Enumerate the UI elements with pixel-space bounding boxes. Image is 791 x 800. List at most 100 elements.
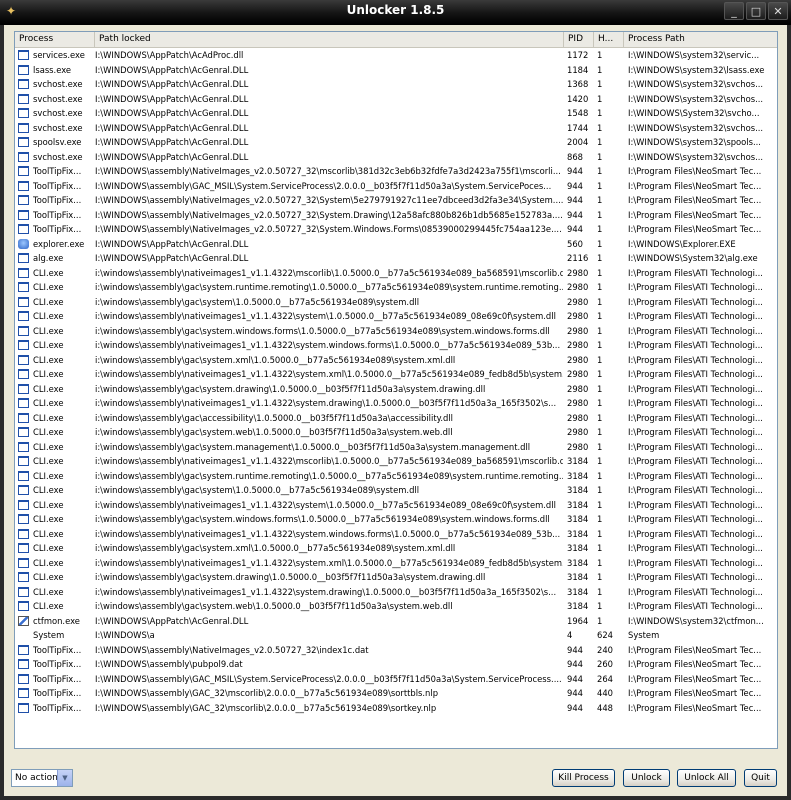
cell-pid: 944 [567,702,583,713]
unlock-button[interactable]: Unlock [623,769,670,787]
cell-process-path: I:\Program Files\NeoSmart Tec... [628,209,762,220]
table-row[interactable]: ToolTipFix... I:\WINDOWS\assembly\NativeI… [15,164,777,179]
cell-process: CLI.exe [33,543,64,553]
table-row[interactable]: ctfmon.exe I:\WINDOWS\AppPatch\AcGenral.D… [15,614,777,629]
table-row[interactable]: CLI.exe i:\windows\assembly\gac\system.we… [15,425,777,440]
column-header-path-locked[interactable]: Path locked [95,32,564,47]
cell-process-path: I:\Program Files\ATI Technologi... [628,340,763,350]
table-row[interactable]: alg.exe I:\WINDOWS\AppPatch\AcGenral.DLL 2… [15,251,777,266]
action-select[interactable]: No action ▼ [11,769,73,787]
cell-process: CLI.exe [33,557,64,568]
kill-process-button[interactable]: Kill Process [552,769,615,787]
column-header-process-path[interactable]: Process Path [624,32,777,47]
column-header-handle[interactable]: H... [594,32,624,47]
cell-path-locked: i:\windows\assembly\gac\system.windows.f… [95,514,550,524]
process-window-icon [18,354,29,365]
cell-process: svchost.exe [33,93,83,104]
title-bar[interactable]: ✦ Unlocker 1.8.5 _ □ ✕ [0,0,791,25]
table-row[interactable]: services.exe I:\WINDOWS\AppPatch\AcAdProc… [15,48,777,63]
table-row[interactable]: svchost.exe I:\WINDOWS\AppPatch\AcGenral.… [15,150,777,165]
cell-path-locked: I:\WINDOWS\AppPatch\AcGenral.DLL [95,79,249,89]
cell-process: ToolTipFix... [33,209,82,220]
quit-button[interactable]: Quit [744,769,777,787]
table-row[interactable]: spoolsv.exe I:\WINDOWS\AppPatch\AcGenral.… [15,135,777,150]
table-row[interactable]: CLI.exe i:\windows\assembly\nativeimages1… [15,309,777,324]
cell-process-path: I:\WINDOWS\system32\ctfmon... [628,615,764,626]
table-row[interactable]: CLI.exe i:\windows\assembly\gac\system.ru… [15,280,777,295]
table-row[interactable]: CLI.exe i:\windows\assembly\nativeimages1… [15,454,777,469]
cell-process: ctfmon.exe [33,615,80,626]
cell-process: ToolTipFix... [33,659,82,669]
table-row[interactable]: CLI.exe i:\windows\assembly\nativeimages1… [15,338,777,353]
cell-process: CLI.exe [33,354,64,365]
table-row[interactable]: ToolTipFix... I:\WINDOWS\assembly\NativeI… [15,208,777,223]
column-header-process[interactable]: Process [15,32,95,47]
cell-handle: 1 [597,340,603,350]
cell-path-locked: i:\windows\assembly\gac\system\1.0.5000.… [95,485,420,495]
table-row[interactable]: svchost.exe I:\WINDOWS\AppPatch\AcGenral.… [15,121,777,136]
table-row[interactable]: ToolTipFix... I:\WINDOWS\assembly\GAC_MSI… [15,672,777,687]
table-row[interactable]: ToolTipFix... I:\WINDOWS\assembly\GAC_32\… [15,686,777,701]
table-row[interactable]: svchost.exe I:\WINDOWS\AppPatch\AcGenral.… [15,92,777,107]
table-row[interactable]: CLI.exe i:\windows\assembly\nativeimages1… [15,527,777,542]
table-row[interactable]: CLI.exe i:\windows\assembly\nativeimages1… [15,396,777,411]
table-row[interactable]: CLI.exe i:\windows\assembly\gac\system.ma… [15,440,777,455]
table-row[interactable]: CLI.exe i:\windows\assembly\gac\system.xm… [15,353,777,368]
table-row[interactable]: CLI.exe i:\windows\assembly\gac\system.dr… [15,382,777,397]
process-window-icon [18,340,29,350]
cell-pid: 3184 [567,499,589,510]
cell-handle: 1 [597,383,603,394]
process-window-icon [18,485,29,495]
table-row[interactable]: CLI.exe i:\windows\assembly\gac\system.we… [15,599,777,614]
process-window-icon [18,224,29,234]
table-row[interactable]: ToolTipFix... I:\WINDOWS\assembly\pubpol9… [15,657,777,672]
table-row[interactable]: System I:\WINDOWS\a 4 624 System [15,628,777,643]
table-row[interactable]: CLI.exe i:\windows\assembly\gac\system\1.… [15,295,777,310]
column-header-pid[interactable]: PID [564,32,594,47]
table-row[interactable]: CLI.exe i:\windows\assembly\gac\system\1.… [15,483,777,498]
cell-handle: 1 [597,93,603,104]
locked-handles-list[interactable]: Process Path locked PID H... Process Pat… [14,31,778,749]
cell-process: CLI.exe [33,470,64,481]
cell-path-locked: I:\WINDOWS\assembly\NativeImages_v2.0.50… [95,209,563,220]
table-row[interactable]: ToolTipFix... I:\WINDOWS\assembly\NativeI… [15,643,777,658]
cell-pid: 4 [567,630,573,640]
cell-process: ToolTipFix... [33,673,82,684]
table-row[interactable]: ToolTipFix... I:\WINDOWS\assembly\GAC_MSI… [15,179,777,194]
process-window-icon [18,79,29,89]
cell-handle: 1 [597,412,603,423]
table-row[interactable]: ToolTipFix... I:\WINDOWS\assembly\NativeI… [15,222,777,237]
cell-process-path: I:\Program Files\ATI Technologi... [628,514,763,524]
table-row[interactable]: CLI.exe i:\windows\assembly\nativeimages1… [15,367,777,382]
ctfmon-icon [18,615,29,626]
minimize-button[interactable]: _ [724,2,744,20]
table-row[interactable]: svchost.exe I:\WINDOWS\AppPatch\AcGenral.… [15,77,777,92]
table-row[interactable]: CLI.exe i:\windows\assembly\gac\system.dr… [15,570,777,585]
close-button[interactable]: ✕ [768,2,788,20]
cell-path-locked: I:\WINDOWS\AppPatch\AcGenral.DLL [95,238,249,249]
table-row[interactable]: ToolTipFix... I:\WINDOWS\assembly\NativeI… [15,193,777,208]
table-row[interactable]: CLI.exe i:\windows\assembly\gac\system.wi… [15,324,777,339]
table-row[interactable]: CLI.exe i:\windows\assembly\nativeimages1… [15,585,777,600]
cell-handle: 1 [597,166,603,176]
table-row[interactable]: CLI.exe i:\windows\assembly\nativeimages1… [15,498,777,513]
table-row[interactable]: CLI.exe i:\windows\assembly\gac\accessibi… [15,411,777,426]
cell-process-path: I:\Program Files\ATI Technologi... [628,572,763,582]
table-row[interactable]: svchost.exe I:\WINDOWS\AppPatch\AcGenral.… [15,106,777,121]
cell-process-path: I:\Program Files\NeoSmart Tec... [628,166,762,176]
cell-process-path: I:\WINDOWS\system32\svchos... [628,79,764,89]
table-row[interactable]: ToolTipFix... I:\WINDOWS\assembly\GAC_32\… [15,701,777,716]
cell-handle: 1 [597,427,603,437]
chevron-down-icon[interactable]: ▼ [57,770,72,786]
table-row[interactable]: CLI.exe i:\windows\assembly\nativeimages1… [15,266,777,281]
table-row[interactable]: explorer.exe I:\WINDOWS\AppPatch\AcGenral… [15,237,777,252]
maximize-button[interactable]: □ [746,2,766,20]
table-row[interactable]: lsass.exe I:\WINDOWS\AppPatch\AcGenral.DL… [15,63,777,78]
table-row[interactable]: CLI.exe i:\windows\assembly\gac\system.ru… [15,469,777,484]
table-row[interactable]: CLI.exe i:\windows\assembly\gac\system.xm… [15,541,777,556]
process-window-icon [18,673,29,684]
table-row[interactable]: CLI.exe i:\windows\assembly\gac\system.wi… [15,512,777,527]
cell-process: CLI.exe [33,586,64,597]
unlock-all-button[interactable]: Unlock All [677,769,736,787]
table-row[interactable]: CLI.exe i:\windows\assembly\nativeimages1… [15,556,777,571]
